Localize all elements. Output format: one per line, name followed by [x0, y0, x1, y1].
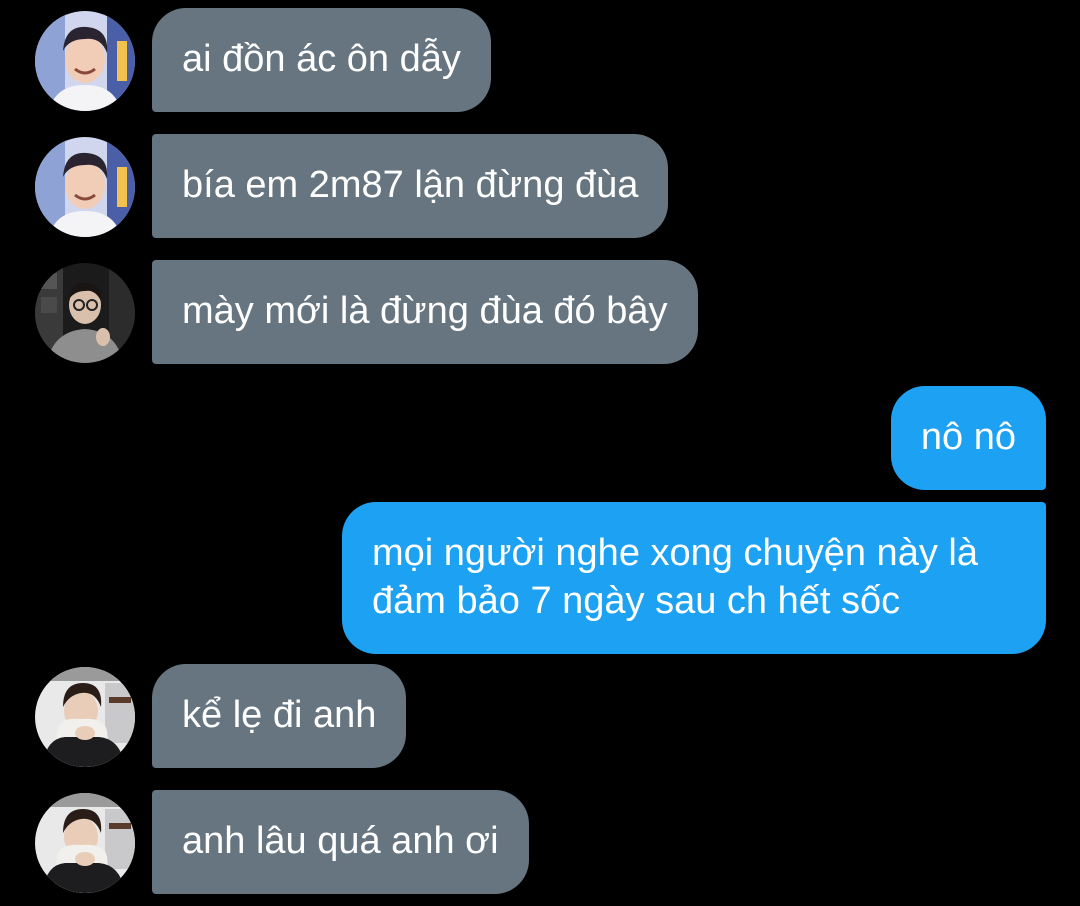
avatar[interactable] [35, 793, 135, 893]
avatar-man-glasses-icon [35, 263, 135, 363]
avatar[interactable] [35, 137, 135, 237]
message-row: ai đồn ác ôn dẫy [0, 8, 1080, 112]
avatar-man-hoodie-icon [35, 667, 135, 767]
message-line: đảm bảo 7 ngày sau ch hết sốc [372, 580, 901, 622]
avatar[interactable] [35, 11, 135, 111]
message-bubble[interactable]: nô nô [890, 386, 1046, 490]
message-bubble[interactable]: ai đồn ác ôn dẫy [152, 8, 491, 112]
message-bubble[interactable]: mày mới là đừng đùa đó bây [152, 260, 698, 364]
avatar-man-hoodie-icon [35, 793, 135, 893]
message-bubble[interactable]: kể lẹ đi anh [152, 664, 407, 768]
message-line: mọi người nghe xong chuyện này là [372, 532, 978, 574]
avatar[interactable] [35, 263, 135, 363]
message-row: mày mới là đừng đùa đó bây [0, 260, 1080, 364]
message-bubble[interactable]: mọi người nghe xong chuyện này là đảm bả… [342, 502, 1046, 654]
message-row: nô nô [0, 386, 1080, 490]
chat-thread: ai đồn ác ôn dẫy bía em 2m87 lận đừng đù… [0, 0, 1080, 906]
message-bubble[interactable]: bía em 2m87 lận đừng đùa [152, 134, 669, 238]
message-row: bía em 2m87 lận đừng đùa [0, 134, 1080, 238]
message-row: kể lẹ đi anh [0, 664, 1080, 768]
message-row: anh lâu quá anh ơi [0, 790, 1080, 894]
avatar-smiling-man-icon [35, 137, 135, 237]
message-bubble[interactable]: anh lâu quá anh ơi [152, 790, 529, 894]
message-row: mọi người nghe xong chuyện này là đảm bả… [0, 502, 1080, 654]
avatar-smiling-man-icon [35, 11, 135, 111]
avatar[interactable] [35, 667, 135, 767]
